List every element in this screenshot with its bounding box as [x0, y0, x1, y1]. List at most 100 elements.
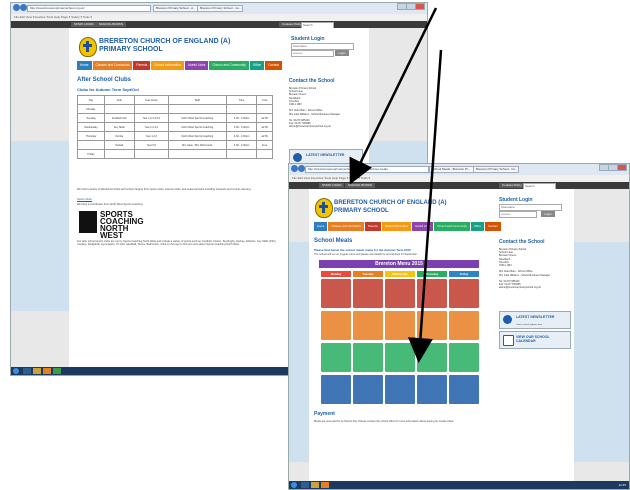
latest-newsletter-widget[interactable]: LATEST NEWSLETTER Latest school updates …: [499, 311, 571, 329]
taskbar-folder-icon[interactable]: [311, 482, 319, 488]
browser-tab-active[interactable]: School Meals - Brereton Pr...: [429, 166, 475, 173]
taskbar-ie-icon[interactable]: [23, 368, 31, 374]
table-cell: [256, 149, 273, 159]
nav-item-useful-links[interactable]: Useful Links: [184, 61, 209, 70]
username-field[interactable]: Username: [499, 204, 562, 211]
table-cell: Free: [256, 140, 273, 150]
table-row: Wednesday Key Skills Year 1,2,3,4 North Wes…: [77, 122, 273, 132]
nav-item-contact[interactable]: Contact: [265, 61, 283, 70]
top-dark-bar: STAFF LOGIN SCHOOL BOOKS Cookies Policy …: [289, 182, 629, 190]
nav-item-contact[interactable]: Contact: [485, 222, 501, 231]
nav-item-home[interactable]: Home: [77, 61, 92, 70]
taskbar-app-icon[interactable]: [53, 368, 61, 374]
table-row: Netball Year 5,6 Mrs Gaon / Mrs Richmonds 3…: [77, 140, 273, 150]
menu-cell: [417, 311, 447, 340]
menu-cell: [353, 343, 383, 372]
site-page: BRERETON CHURCH OF ENGLAND (A) PRIMARY SC…: [309, 189, 574, 489]
nav-item-parents[interactable]: Parents: [133, 61, 151, 70]
menu-cell: [385, 375, 415, 404]
nav-item-office[interactable]: Office: [470, 222, 485, 231]
taskbar-folder-icon[interactable]: [33, 368, 41, 374]
table-cell: Netball: [103, 140, 135, 150]
table-cell: North West Sports Coaching: [167, 113, 227, 123]
taskbar-media-icon[interactable]: [321, 482, 329, 488]
table-cell: [225, 149, 258, 159]
nav-item-classes-and-curriculum[interactable]: Classes and Curriculum: [328, 222, 365, 231]
start-button-icon[interactable]: [291, 482, 297, 488]
password-field[interactable]: •••••••••: [291, 50, 334, 57]
password-field[interactable]: •••••••••: [499, 211, 537, 218]
nav-item-office[interactable]: Office: [249, 61, 265, 70]
cookies-link[interactable]: Cookies Policy: [499, 183, 525, 188]
staff-login-link[interactable]: STAFF LOGIN: [319, 183, 345, 188]
close-icon[interactable]: [617, 164, 627, 171]
payment-text: Meals are now paid for by Parent Pay. Pl…: [314, 420, 455, 423]
table-cell: [77, 140, 105, 150]
menu-cell: [353, 279, 383, 308]
contact-line: admin@breretonprimaryschool.org.uk: [289, 125, 331, 129]
forward-button-icon[interactable]: [298, 165, 305, 172]
nav-item-useful-links[interactable]: Useful Links: [412, 222, 434, 231]
table-cell: Year 1,2,3,4: [133, 122, 169, 132]
taskbar-clock: 12:45: [618, 483, 626, 487]
calendar-icon: [503, 335, 514, 346]
school-books-link[interactable]: SCHOOL BOOKS: [96, 22, 127, 27]
table-cell: £2.50: [256, 131, 273, 141]
menu-cell: [385, 279, 415, 308]
school-books-link[interactable]: SCHOOL BOOKS: [345, 183, 376, 188]
table-cell: [225, 104, 258, 114]
nav-item-home[interactable]: Home: [314, 222, 328, 231]
table-row: Tuesday Football Club Year 1,2,3,4,5,6 Nort…: [77, 113, 273, 123]
menu-cell: [321, 311, 351, 340]
menu-cell: [353, 375, 383, 404]
table-cell: [167, 149, 227, 159]
forward-button-icon[interactable]: [20, 4, 27, 11]
taskbar-ie-icon[interactable]: [301, 482, 309, 488]
table-cell: Friday: [77, 149, 105, 159]
nav-item-parents[interactable]: Parents: [365, 222, 381, 231]
staff-login-link[interactable]: STAFF LOGIN: [71, 22, 97, 27]
table-cell: North West Sports Coaching: [167, 122, 227, 132]
payment-title: Payment: [314, 411, 335, 417]
sports-clubs-link[interactable]: Sports Clubs: [77, 198, 92, 201]
nav-item-church-and-community[interactable]: Church and Community: [434, 222, 470, 231]
table-cell: Key Skills: [103, 122, 135, 132]
start-button-icon[interactable]: [13, 368, 19, 374]
browser-tab[interactable]: Brereton Primary School - Co...: [197, 5, 243, 12]
menu-cell: [417, 343, 447, 372]
table-header: Time: [225, 95, 258, 105]
address-bar[interactable]: http://www.breretonprimaryschool.org.uk/: [27, 5, 151, 12]
nav-item-church-and-community[interactable]: Church and Community: [209, 61, 249, 70]
contact-details: Brereton Primary School School Lane Breret…: [289, 87, 364, 129]
top-dark-bar: STAFF LOGIN SCHOOL BOOKS Cookies Policy …: [11, 21, 427, 29]
nav-item-school-information[interactable]: School Information: [151, 61, 184, 70]
browser-tab[interactable]: Brereton Primary School - Co...: [473, 166, 519, 173]
school-calendar-widget[interactable]: VIEW OUR SCHOOL CALENDAR: [499, 331, 571, 349]
address-bar[interactable]: http://www.breretonprimaryschool.org.uk/…: [305, 166, 429, 173]
table-cell: Football Club: [103, 113, 135, 123]
login-button[interactable]: Login: [541, 211, 555, 217]
table-cell: Thursday: [77, 131, 105, 141]
back-button-icon[interactable]: [291, 165, 298, 172]
page-title: School Meals: [314, 238, 353, 244]
newsletter-arrow-icon: [293, 153, 302, 162]
clubs-table: Day Club Year Group Staff Time Cost Monday Tue…: [77, 95, 273, 159]
menu-day-wednesday: Wednesday: [385, 271, 415, 277]
screenshot-school-meals: http://www.breretonprimaryschool.org.uk/…: [288, 163, 630, 490]
sports-coordinator-text: We have a coordinator from North West Sp…: [77, 203, 144, 206]
nav-item-classes-and-curriculum[interactable]: Classes and Curriculum: [92, 61, 133, 70]
taskbar-media-icon[interactable]: [43, 368, 51, 374]
sports-coaching-logo-icon[interactable]: [79, 211, 97, 233]
back-button-icon[interactable]: [13, 4, 20, 11]
contact-title: Contact the School: [289, 78, 335, 84]
login-button[interactable]: Login: [335, 50, 349, 56]
table-row: Friday: [77, 149, 273, 159]
menu-cell: [449, 343, 479, 372]
table-cell: Year 1,2,3: [133, 131, 169, 141]
browser-tab-active[interactable]: Brereton Primary School - A...: [153, 5, 199, 12]
close-icon[interactable]: [415, 3, 425, 10]
username-field[interactable]: Username: [291, 43, 354, 50]
sports-coaching-logo-text: SPORTS COACHING NORTH WEST: [100, 210, 144, 240]
nav-item-school-information[interactable]: School Information: [381, 222, 412, 231]
contact-details: Brereton Primary School School Lane Breret…: [499, 248, 571, 290]
